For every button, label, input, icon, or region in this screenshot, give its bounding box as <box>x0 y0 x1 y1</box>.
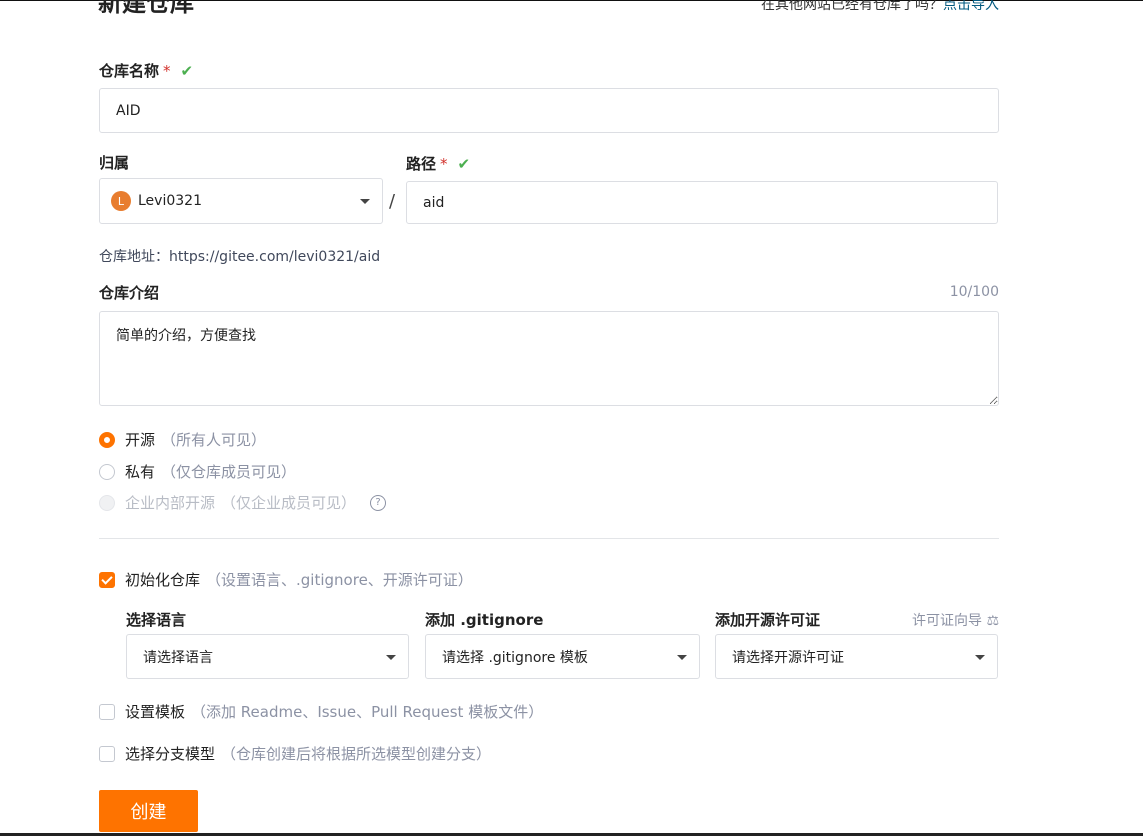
branch-model-checkbox-row[interactable]: 选择分支模型 （仓库创建后将根据所选模型创建分支） <box>99 743 491 764</box>
branch-model-label: 选择分支模型 <box>125 745 216 763</box>
gitignore-placeholder: 请选择 .gitignore 模板 <box>442 649 588 666</box>
gitignore-select[interactable]: 请选择 .gitignore 模板 <box>425 634 700 679</box>
template-hint: （添加 Readme、Issue、Pull Request 模板文件） <box>191 703 544 721</box>
license-guide-text: 许可证向导 <box>911 613 982 629</box>
language-label: 选择语言 <box>126 611 187 629</box>
import-hint-text: 在其他网站已经有仓库了吗？ <box>761 0 943 13</box>
path-value: aid <box>423 194 445 211</box>
branch-model-hint: （仓库创建后将根据所选模型创建分支） <box>221 745 492 763</box>
license-placeholder: 请选择开源许可证 <box>732 649 844 666</box>
init-repo-label: 初始化仓库 <box>125 571 201 589</box>
license-guide-link[interactable]: 许可证向导 ⚖ <box>912 610 999 630</box>
create-button[interactable]: 创建 <box>99 790 198 832</box>
repo-name-value: AID <box>116 102 141 119</box>
owner-value: Levi0321 <box>138 193 202 209</box>
repo-name-input[interactable]: AID <box>99 88 999 133</box>
check-icon: ✔ <box>180 62 194 80</box>
visibility-enterprise-hint: （仅企业成员可见） <box>221 494 357 512</box>
visibility-option-private[interactable]: 私有 （仅仓库成员可见） <box>99 461 296 482</box>
license-select[interactable]: 请选择开源许可证 <box>715 634 998 679</box>
visibility-enterprise-label: 企业内部开源 <box>125 494 216 512</box>
balance-scale-icon: ⚖ <box>986 613 999 629</box>
visibility-private-label: 私有 <box>125 463 156 481</box>
language-placeholder: 请选择语言 <box>143 649 213 666</box>
visibility-private-hint: （仅仓库成员可见） <box>161 463 297 481</box>
path-label-text: 路径 <box>406 155 437 173</box>
import-link[interactable]: 点击导入 <box>943 0 999 13</box>
radio-icon[interactable] <box>99 463 115 480</box>
path-label: 路径 * ✔ <box>406 154 470 174</box>
visibility-public-hint: （所有人可见） <box>161 431 267 449</box>
language-select[interactable]: 请选择语言 <box>126 634 409 679</box>
repo-name-label: 仓库名称 * ✔ <box>99 61 193 81</box>
visibility-public-label: 开源 <box>125 431 156 449</box>
radio-selected-icon[interactable] <box>99 431 115 448</box>
checkbox-icon[interactable] <box>99 745 115 762</box>
template-label: 设置模板 <box>125 703 186 721</box>
page-title: 新建仓库 <box>98 0 194 17</box>
required-mark: * <box>440 155 448 173</box>
help-icon[interactable]: ? <box>370 494 387 511</box>
description-textarea[interactable]: 简单的介绍，方便查找 <box>99 311 999 406</box>
repo-address: 仓库地址：https://gitee.com/levi0321/aid <box>99 249 381 265</box>
visibility-option-enterprise: 企业内部开源 （仅企业成员可见） ? <box>99 492 387 513</box>
required-mark: * <box>163 62 171 80</box>
description-counter: 10/100 <box>949 284 999 300</box>
path-input[interactable]: aid <box>406 181 998 224</box>
chevron-down-icon <box>677 654 687 660</box>
license-label: 添加开源许可证 <box>715 611 821 629</box>
chevron-down-icon <box>386 654 396 660</box>
gitignore-label: 添加 .gitignore <box>425 611 544 629</box>
checkbox-checked-icon[interactable] <box>99 571 115 588</box>
visibility-option-public[interactable]: 开源 （所有人可见） <box>99 429 266 450</box>
divider <box>99 538 999 539</box>
repo-name-label-text: 仓库名称 <box>99 62 160 80</box>
description-label: 仓库介绍 <box>99 284 160 302</box>
check-icon: ✔ <box>457 155 471 173</box>
init-repo-hint: （设置语言、.gitignore、开源许可证） <box>206 571 473 589</box>
path-separator: / <box>389 191 396 212</box>
chevron-down-icon <box>975 654 985 660</box>
owner-select[interactable]: L Levi0321 <box>99 178 383 224</box>
import-hint: 在其他网站已经有仓库了吗？点击导入 <box>761 0 999 14</box>
template-checkbox-row[interactable]: 设置模板 （添加 Readme、Issue、Pull Request 模板文件） <box>99 701 543 722</box>
init-repo-checkbox-row[interactable]: 初始化仓库 （设置语言、.gitignore、开源许可证） <box>99 569 473 590</box>
checkbox-icon[interactable] <box>99 703 115 720</box>
chevron-down-icon <box>360 199 370 204</box>
radio-disabled-icon <box>99 494 115 511</box>
avatar: L <box>111 191 131 211</box>
owner-label: 归属 <box>99 154 130 172</box>
